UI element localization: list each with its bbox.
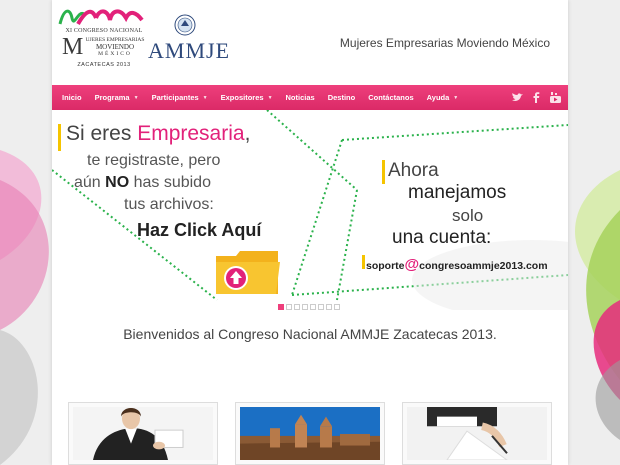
logo-sub-line-2: MOVIENDO: [95, 43, 135, 51]
nav-item-label: Noticias: [285, 93, 315, 102]
slider-right-1: Ahora: [388, 160, 439, 181]
chevron-down-icon: ▼: [202, 94, 208, 101]
slider-line-3a: aún: [74, 174, 106, 191]
nav-item-ayuda[interactable]: Ayuda ▼: [427, 93, 459, 102]
slider-right-4: una cuenta:: [392, 227, 492, 248]
slider-line-3c: has subido: [129, 174, 211, 191]
logo-sub-line-3: MÉXICO: [98, 51, 132, 57]
nav-item-expositores[interactable]: Expositores ▼: [221, 93, 273, 102]
slider-dot[interactable]: [278, 304, 284, 310]
facebook-icon[interactable]: [530, 91, 543, 104]
slider-dot[interactable]: [326, 304, 332, 310]
support-email-user: soporte: [366, 260, 405, 272]
nav-item-contactanos[interactable]: Contáctanos: [368, 93, 413, 102]
twitter-icon[interactable]: [511, 91, 524, 104]
upload-folder-icon[interactable]: [214, 248, 282, 296]
slider-line-2: te registraste, pero: [87, 152, 221, 169]
slider-line-1b: Empresaria: [137, 122, 245, 145]
slider-dot[interactable]: [302, 304, 308, 310]
slider-dot[interactable]: [310, 304, 316, 310]
nav-item-label: Contáctanos: [368, 93, 414, 102]
logo-big-letter: M: [62, 34, 84, 60]
slider-line-4: tus archivos:: [124, 196, 214, 213]
nav-item-label: Inicio: [62, 93, 82, 102]
slider-line-1c: ,: [244, 122, 251, 145]
logo-city-text: ZACATECAS 2013: [77, 62, 131, 68]
congreso-logo[interactable]: XI CONGRESO NACIONAL M UJERES EMPRESARIA…: [56, 6, 236, 68]
nav-item-label: Expositores: [220, 93, 264, 102]
support-email-domain: congresoammje2013.com: [419, 260, 548, 272]
slider-line-1a: Si eres: [66, 122, 138, 145]
chevron-down-icon: ▼: [453, 94, 459, 101]
support-email[interactable]: soporte@congresoammje2013.com: [366, 256, 548, 273]
at-symbol: @: [404, 256, 420, 273]
welcome-message: Bienvenidos al Congreso Nacional AMMJE Z…: [123, 326, 497, 342]
signing-document-image: [407, 407, 547, 461]
nav-item-label: Ayuda: [426, 93, 450, 102]
header-tagline: Mujeres Empresarias Moviendo México: [339, 36, 550, 50]
thumbnail-zacatecas[interactable]: [235, 402, 385, 465]
hero-slider[interactable]: Si eres Empresaria, te registraste, pero…: [52, 110, 568, 310]
slider-dot[interactable]: [286, 304, 292, 310]
youtube-icon[interactable]: [549, 91, 562, 104]
site-header: XI CONGRESO NACIONAL M UJERES EMPRESARIA…: [52, 0, 568, 85]
nav-item-programa[interactable]: Programa ▼: [95, 93, 139, 102]
chevron-down-icon: ▼: [133, 94, 139, 101]
yellow-accent-bar: [58, 124, 61, 151]
zacatecas-cathedral-image: [240, 407, 380, 460]
slider-line-3b: NO: [105, 174, 130, 191]
ammje-wordmark: AMMJE: [148, 38, 231, 63]
social-links: [511, 91, 562, 104]
slider-right-3: solo: [452, 206, 484, 225]
slider-pagination: [278, 304, 340, 310]
yellow-accent-bar: [362, 255, 365, 269]
nav-item-label: Destino: [327, 93, 356, 102]
nav-item-participantes[interactable]: Participantes ▼: [152, 93, 208, 102]
thumbnail-businesswoman[interactable]: [68, 402, 218, 465]
nav-item-noticias[interactable]: Noticias: [286, 93, 315, 102]
businesswoman-image: [73, 407, 213, 460]
slider-line-1: Si eres Empresaria,: [66, 122, 250, 146]
chevron-down-icon: ▼: [267, 94, 273, 101]
logo-swirl-graphic: [58, 9, 144, 26]
logo-subtitle: UJERES EMPRESARIAS MOVIENDO MÉXICO: [84, 37, 146, 58]
nav-item-destino[interactable]: Destino: [328, 93, 356, 102]
main-nav: Inicio Programa ▼ Participantes ▼ Exposito…: [52, 85, 568, 110]
slider-dot[interactable]: [334, 304, 340, 310]
slider-right-2: manejamos: [408, 182, 507, 203]
ammje-seal-icon: [174, 14, 196, 36]
slider-dot[interactable]: [318, 304, 324, 310]
nav-item-label: Programa: [94, 93, 130, 102]
slider-cta-text[interactable]: Haz Click Aquí: [137, 220, 261, 241]
yellow-accent-bar: [382, 160, 385, 184]
thumbnail-signing[interactable]: [402, 402, 552, 465]
slider-dot[interactable]: [294, 304, 300, 310]
nav-item-label: Participantes: [151, 93, 199, 102]
nav-item-inicio[interactable]: Inicio: [62, 93, 82, 102]
slider-line-3: aún NO has subido: [74, 174, 211, 192]
page-container: XI CONGRESO NACIONAL M UJERES EMPRESARIA…: [52, 0, 568, 465]
